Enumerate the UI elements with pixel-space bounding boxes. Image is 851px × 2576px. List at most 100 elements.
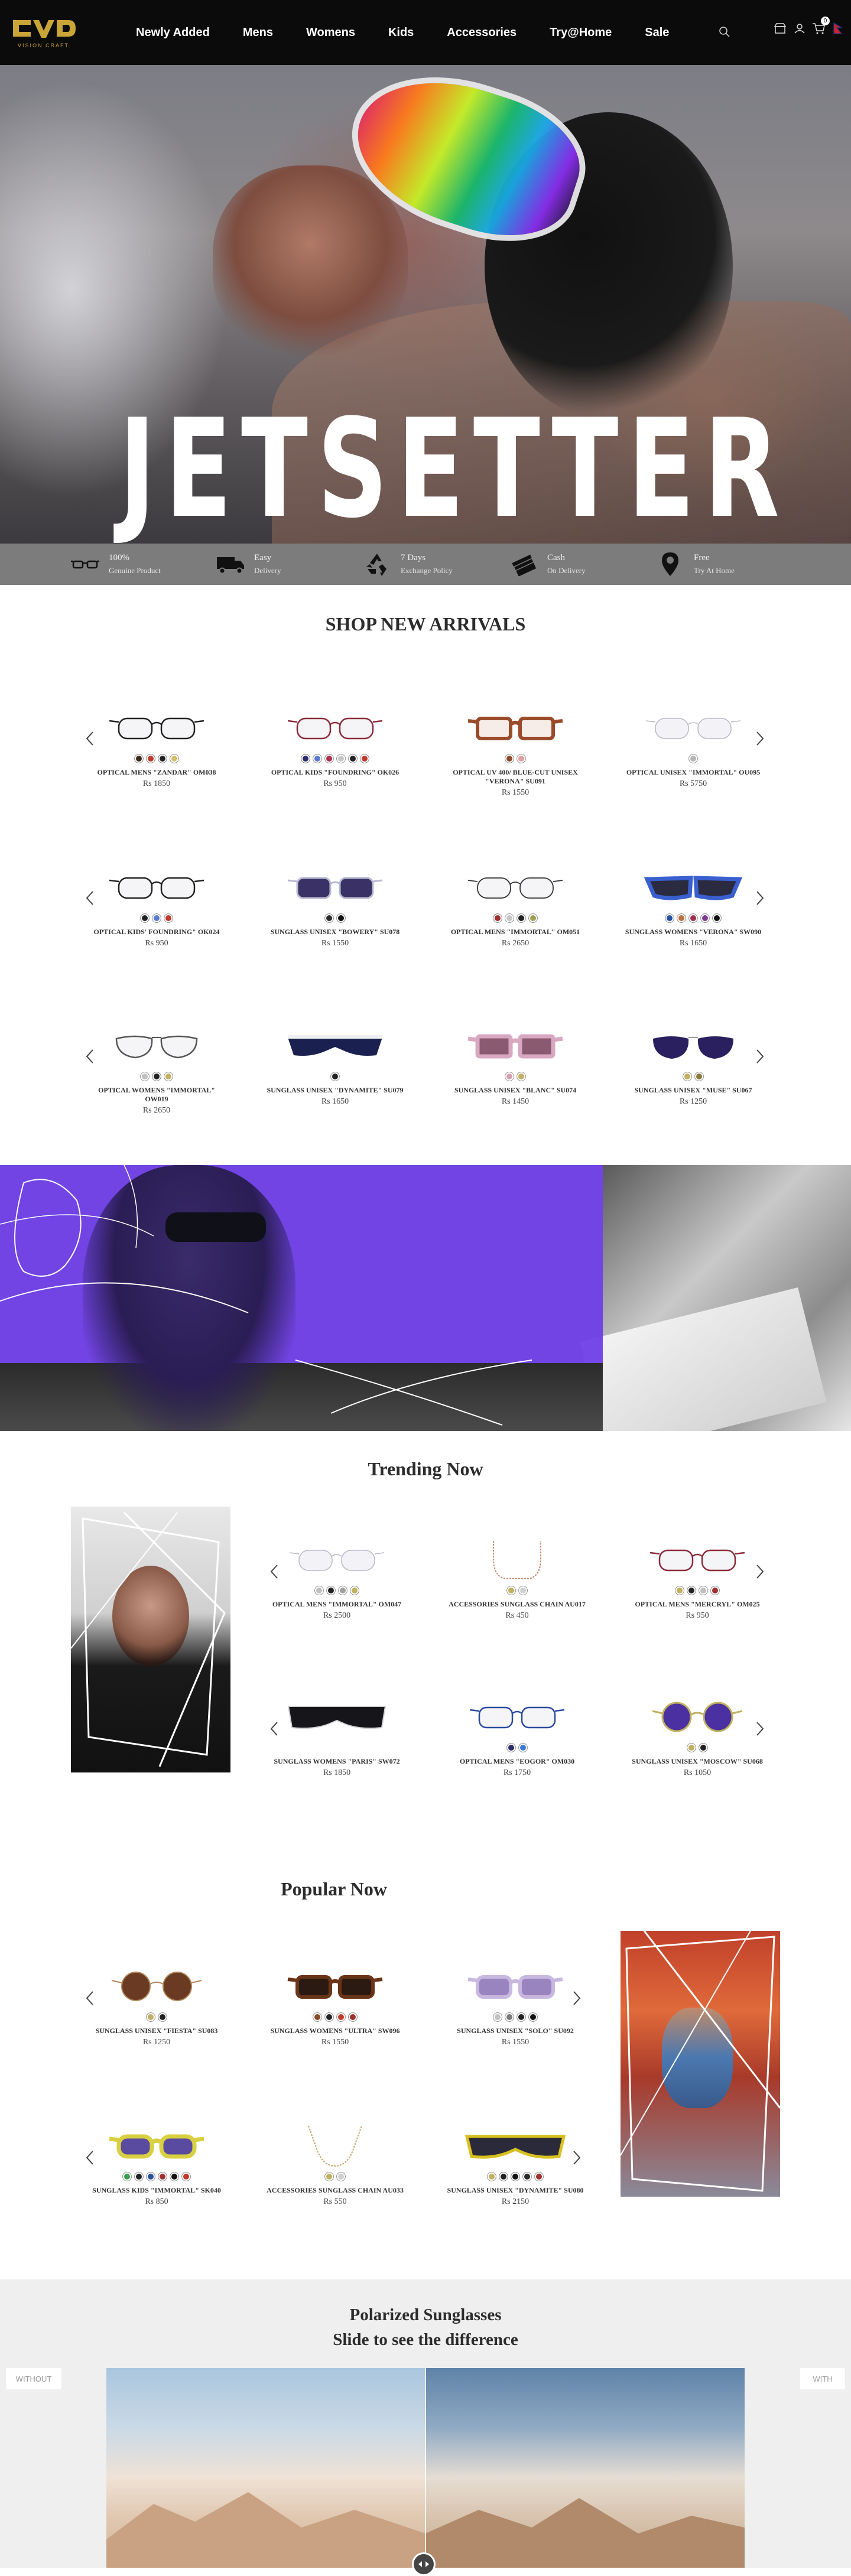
color-swatch[interactable] <box>518 1586 528 1595</box>
user-icon[interactable] <box>794 23 805 34</box>
product-image[interactable] <box>264 863 406 910</box>
color-swatch[interactable] <box>338 1586 347 1595</box>
color-swatch[interactable] <box>518 1743 528 1752</box>
product-name[interactable]: OPTICAL MENS "IMMORTAL" OM051 <box>444 928 586 936</box>
carousel-prev-arrow[interactable] <box>83 886 97 910</box>
trending-model-image[interactable] <box>71 1507 230 1772</box>
product-image[interactable] <box>264 2121 406 2168</box>
product-name[interactable]: SUNGLASS WOMENS "VERONA" SW090 <box>622 928 764 936</box>
color-swatch[interactable] <box>313 2012 322 2022</box>
color-swatch[interactable] <box>517 2012 526 2022</box>
color-swatch[interactable] <box>665 913 674 923</box>
product-name[interactable]: SUNGLASS UNISEX "MUSE" SU067 <box>622 1086 764 1095</box>
color-swatch[interactable] <box>511 2172 520 2181</box>
product-name[interactable]: OPTICAL KIDS "FOUNDRING" OK026 <box>264 768 406 777</box>
product-image[interactable] <box>622 863 764 910</box>
color-swatch[interactable] <box>170 2172 179 2181</box>
product-name[interactable]: OPTICAL WOMENS "IMMORTAL" OW019 <box>86 1086 228 1104</box>
color-swatch[interactable] <box>158 754 167 763</box>
product-card[interactable]: SUNGLASS KIDS "IMMORTAL" SK040 Rs 850 <box>86 2121 228 2207</box>
store-icon[interactable] <box>774 23 786 34</box>
product-card[interactable]: OPTICAL MENS "IMMORTAL" OM051 Rs 2650 <box>444 863 586 948</box>
product-image[interactable] <box>622 703 764 750</box>
product-image[interactable] <box>264 1021 406 1068</box>
color-swatch[interactable] <box>336 913 346 923</box>
popular-model-image[interactable] <box>621 1931 780 2197</box>
product-name[interactable]: OPTICAL KIDS' FOUNDRING" OK024 <box>86 928 228 936</box>
product-image[interactable] <box>264 1962 406 2009</box>
product-card[interactable]: SUNGLASS WOMENS "VERONA" SW090 Rs 1650 <box>622 863 764 948</box>
color-swatch[interactable] <box>181 2172 191 2181</box>
color-swatch[interactable] <box>700 913 710 923</box>
color-swatch[interactable] <box>324 754 334 763</box>
color-swatch[interactable] <box>336 754 346 763</box>
product-name[interactable]: OPTICAL MENS "MERCRYL" OM025 <box>626 1600 768 1609</box>
carousel-next-arrow[interactable] <box>753 1045 767 1068</box>
color-swatch[interactable] <box>152 913 161 923</box>
product-name[interactable]: ACCESSORIES SUNGLASS CHAIN AU017 <box>446 1600 588 1609</box>
product-image[interactable] <box>444 1962 586 2009</box>
product-image[interactable] <box>86 703 228 750</box>
color-swatch[interactable] <box>146 2012 155 2022</box>
compare-slider-handle[interactable] <box>412 2552 436 2576</box>
product-name[interactable]: SUNGLASS KIDS "IMMORTAL" SK040 <box>86 2186 228 2195</box>
carousel-next-arrow[interactable] <box>753 727 767 750</box>
product-name[interactable]: OPTICAL UNISEX "IMMORTAL" OU095 <box>622 768 764 777</box>
color-swatch[interactable] <box>330 1072 340 1081</box>
color-swatch[interactable] <box>694 1072 704 1081</box>
product-name[interactable]: SUNGLASS WOMENS "PARIS" SW072 <box>266 1757 408 1766</box>
color-swatch[interactable] <box>301 754 310 763</box>
color-swatch[interactable] <box>350 1586 359 1595</box>
color-swatch[interactable] <box>699 1586 708 1595</box>
color-swatch[interactable] <box>134 754 144 763</box>
color-swatch[interactable] <box>677 913 686 923</box>
product-card[interactable]: SUNGLASS UNISEX "MOSCOW" SU068 Rs 1050 <box>626 1692 768 1778</box>
product-card[interactable]: SUNGLASS UNISEX "FIESTA" SU083 Rs 1250 <box>86 1962 228 2047</box>
product-card[interactable]: SUNGLASS WOMENS "PARIS" SW072 Rs 1850 <box>266 1692 408 1778</box>
product-image[interactable] <box>444 1021 586 1068</box>
product-name[interactable]: SUNGLASS UNISEX "BLANC" SU074 <box>444 1086 586 1095</box>
product-name[interactable]: OPTICAL MENS "ZANDAR" OM038 <box>86 768 228 777</box>
carousel-prev-arrow[interactable] <box>83 1986 97 2010</box>
color-swatch[interactable] <box>324 913 334 923</box>
product-card[interactable]: SUNGLASS UNISEX "DYNAMITE" SU079 Rs 1650 <box>264 1021 406 1107</box>
nav-sale[interactable]: Sale <box>645 26 669 40</box>
nav-kids[interactable]: Kids <box>388 26 414 40</box>
product-name[interactable]: OPTICAL UV 400/ BLUE-CUT UNISEX "VERONA"… <box>444 768 586 786</box>
color-swatch[interactable] <box>146 2172 155 2181</box>
product-name[interactable]: OPTICAL MENS "IMMORTAL" OM047 <box>266 1600 408 1609</box>
color-swatch[interactable] <box>506 1586 516 1595</box>
product-card[interactable]: SUNGLASS UNISEX "BLANC" SU074 Rs 1450 <box>444 1021 586 1107</box>
carousel-next-arrow[interactable] <box>753 1560 767 1583</box>
color-swatch[interactable] <box>687 1743 696 1752</box>
product-name[interactable]: OPTICAL MENS "EOGOR" OM030 <box>446 1757 588 1766</box>
product-image[interactable] <box>266 1535 408 1582</box>
color-swatch[interactable] <box>348 754 358 763</box>
product-name[interactable]: SUNGLASS UNISEX "FIESTA" SU083 <box>86 2027 228 2035</box>
product-card[interactable]: OPTICAL WOMENS "IMMORTAL" OW019 Rs 2650 <box>86 1021 228 1115</box>
color-swatch[interactable] <box>164 913 173 923</box>
color-swatch[interactable] <box>493 2012 502 2022</box>
color-swatch[interactable] <box>675 1586 684 1595</box>
product-image[interactable] <box>264 703 406 750</box>
polarized-compare-image[interactable] <box>106 2368 745 2568</box>
nav-newly-added[interactable]: Newly Added <box>136 26 210 40</box>
hero-banner[interactable]: JETSETTER <box>0 65 851 544</box>
color-swatch[interactable] <box>683 1072 692 1081</box>
product-card[interactable]: OPTICAL MENS "MERCRYL" OM025 Rs 950 <box>626 1535 768 1621</box>
color-swatch[interactable] <box>499 2172 508 2181</box>
color-swatch[interactable] <box>324 2172 334 2181</box>
product-image[interactable] <box>444 703 586 750</box>
color-swatch[interactable] <box>528 913 538 923</box>
carousel-prev-arrow[interactable] <box>83 1045 97 1068</box>
color-swatch[interactable] <box>158 2012 167 2022</box>
color-swatch[interactable] <box>710 1586 720 1595</box>
product-card[interactable]: OPTICAL UNISEX "IMMORTAL" OU095 Rs 5750 <box>622 703 764 789</box>
color-swatch[interactable] <box>336 2172 346 2181</box>
product-name[interactable]: SUNGLASS UNISEX "SOLO" SU092 <box>444 2027 586 2035</box>
carousel-prev-arrow[interactable] <box>267 1560 281 1583</box>
color-swatch[interactable] <box>506 1743 516 1752</box>
color-swatch[interactable] <box>134 2172 144 2181</box>
carousel-prev-arrow[interactable] <box>267 1717 281 1741</box>
color-swatch[interactable] <box>314 1586 324 1595</box>
